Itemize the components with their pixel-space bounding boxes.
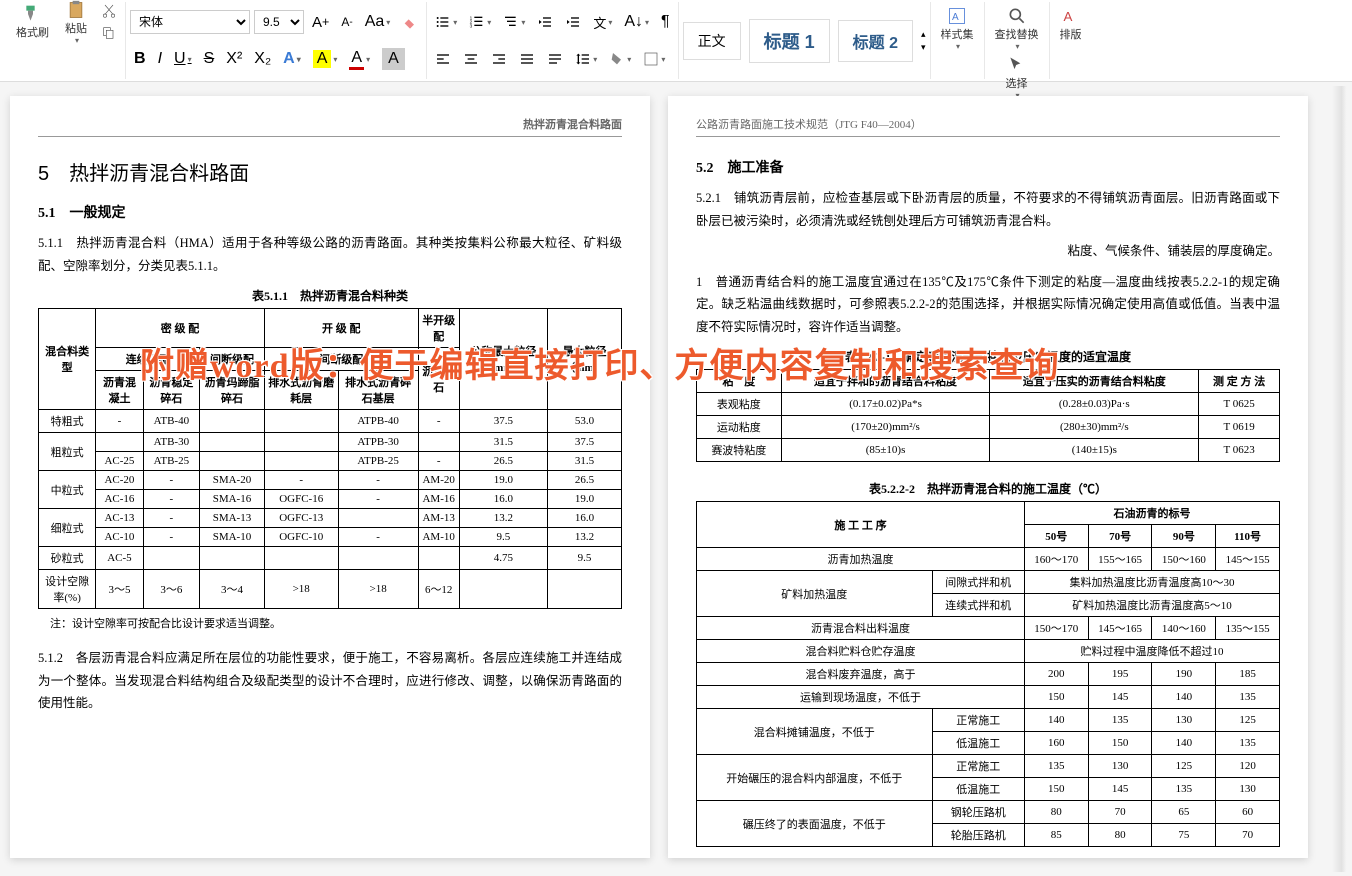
svg-text:A: A: [952, 12, 959, 23]
para-5.2.2a: 粘度、气候条件、铺装层的厚度确定。: [696, 240, 1280, 263]
superscript-button[interactable]: X²: [222, 48, 246, 70]
sort-button[interactable]: A↓: [620, 11, 653, 33]
multilevel-button[interactable]: [499, 12, 529, 32]
bullets-button[interactable]: [431, 12, 461, 32]
align-left-button[interactable]: [431, 49, 455, 69]
svg-text:A: A: [1063, 9, 1072, 24]
line-spacing-button[interactable]: [571, 49, 601, 69]
font-select[interactable]: 宋体: [130, 10, 250, 34]
torn-edge-right: [1332, 86, 1352, 872]
heading-5.1: 5.1 一般规定: [38, 202, 622, 222]
format-painter-button[interactable]: 格式刷: [10, 2, 55, 42]
font-size-select[interactable]: 9.5: [254, 10, 304, 34]
justify-button[interactable]: [515, 49, 539, 69]
table-5.2.2-2-title: 表5.2.2-2 热拌沥青混合料的施工温度（℃）: [696, 480, 1280, 497]
heading-5: 5 热拌沥青混合料路面: [38, 157, 622, 186]
numbering-button[interactable]: 123: [465, 12, 495, 32]
cut-button[interactable]: [97, 1, 121, 21]
page-header-right: 公路沥青路面施工技术规范（JTG F40—2004）: [696, 116, 1280, 137]
style-heading2[interactable]: 标题 2: [838, 20, 913, 62]
style-sets-button[interactable]: A样式集: [935, 4, 980, 53]
page-header-left: 热拌沥青混合料路面: [38, 116, 622, 137]
grow-font-button[interactable]: A+: [308, 12, 333, 33]
style-up-button[interactable]: ▴: [921, 29, 926, 40]
find-replace-button[interactable]: 查找替换: [989, 4, 1045, 53]
subscript-button[interactable]: X₂: [250, 48, 275, 70]
heading-5.2: 5.2 施工准备: [696, 157, 1280, 177]
border-button[interactable]: [639, 49, 669, 69]
text-effect-button[interactable]: A: [279, 48, 305, 70]
paste-button[interactable]: 粘贴: [59, 0, 93, 47]
ribbon: 格式刷 粘贴 宋体 9.5 A+ A- Aa B I U S X² X₂ A A…: [0, 0, 1352, 82]
fill-button[interactable]: [605, 49, 635, 69]
text-direction-button[interactable]: 文: [589, 11, 616, 34]
bold-button[interactable]: B: [130, 48, 150, 70]
font-color-button[interactable]: A: [345, 47, 374, 72]
style-down-button[interactable]: ▾: [921, 42, 926, 53]
document-area: 热拌沥青混合料路面 5 热拌沥青混合料路面 5.1 一般规定 5.1.1 热拌沥…: [0, 82, 1352, 872]
para-5.1.2: 5.1.2 各层沥青混合料应满足所在层位的功能性要求，便于施工，不容易离析。各层…: [38, 647, 622, 715]
align-center-button[interactable]: [459, 49, 483, 69]
align-right-button[interactable]: [487, 49, 511, 69]
case-button[interactable]: Aa: [361, 11, 395, 33]
show-marks-button[interactable]: ¶: [657, 11, 674, 33]
italic-button[interactable]: I: [154, 48, 166, 70]
indent-button[interactable]: [561, 12, 585, 32]
outdent-button[interactable]: [533, 12, 557, 32]
para-5.2.1: 5.2.1 铺筑沥青层前，应检查基层或下卧沥青层的质量，不符要求的不得铺筑沥青面…: [696, 187, 1280, 232]
table-5.1.1-title: 表5.1.1 热拌沥青混合料种类: [38, 287, 622, 304]
layout-button[interactable]: A排版: [1054, 4, 1088, 44]
para-5.1.1: 5.1.1 热拌沥青混合料（HMA）适用于各种等级公路的沥青路面。其种类按集料公…: [38, 232, 622, 277]
table-note: 注：设计空隙率可按配合比设计要求适当调整。: [50, 615, 622, 631]
page-right[interactable]: 公路沥青路面施工技术规范（JTG F40—2004） 5.2 施工准备 5.2.…: [668, 96, 1308, 858]
page-left[interactable]: 热拌沥青混合料路面 5 热拌沥青混合料路面 5.1 一般规定 5.1.1 热拌沥…: [10, 96, 650, 858]
style-heading1[interactable]: 标题 1: [749, 19, 830, 63]
shrink-font-button[interactable]: A-: [337, 13, 356, 31]
svg-text:3: 3: [470, 23, 473, 28]
torn-edge-bottom: [8, 858, 1344, 876]
underline-button[interactable]: U: [170, 48, 196, 70]
para-5.2.2b: 1 普通沥青结合料的施工温度宜通过在135℃及175℃条件下测定的粘度—温度曲线…: [696, 271, 1280, 339]
shading-button[interactable]: A: [378, 46, 409, 72]
highlight-button[interactable]: A: [309, 48, 342, 70]
strike-button[interactable]: S: [200, 48, 219, 70]
clear-format-button[interactable]: [398, 12, 422, 32]
watermark-overlay: 附赠word版：便于编辑直接打印、方便内容复制和搜索查询: [140, 338, 1060, 387]
copy-button[interactable]: [97, 23, 121, 43]
table-5.2.2-2: 施 工 工 序石油沥青的标号50号70号90号110号沥青加热温度160～170…: [696, 501, 1280, 847]
style-normal[interactable]: 正文: [683, 22, 741, 60]
distribute-button[interactable]: [543, 49, 567, 69]
